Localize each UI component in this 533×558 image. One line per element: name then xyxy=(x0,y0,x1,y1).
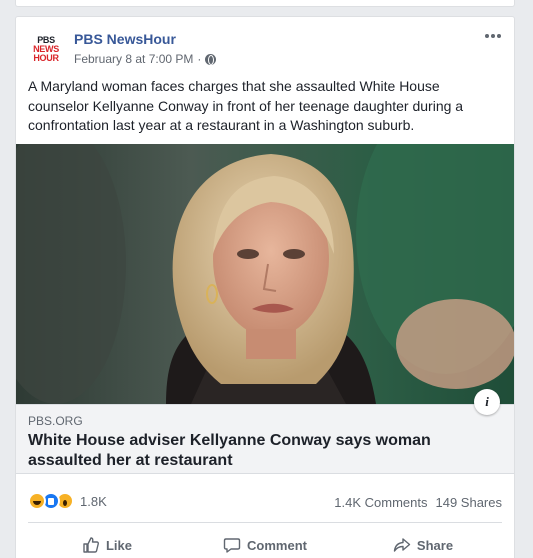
comments-count[interactable]: 1.4K Comments xyxy=(334,495,427,510)
shares-count[interactable]: 149 Shares xyxy=(436,495,503,510)
post-card: PBS NEWS HOUR PBS NewsHour February 8 at… xyxy=(15,16,515,558)
previous-post-edge xyxy=(15,0,515,7)
dot-icon xyxy=(497,34,501,38)
divider xyxy=(28,522,502,523)
post-meta: February 8 at 7:00 PM · xyxy=(74,52,217,66)
meta-separator: · xyxy=(197,52,202,66)
haha-icon xyxy=(28,492,46,510)
thumbs-up-icon xyxy=(83,537,99,553)
share-icon xyxy=(393,538,411,552)
post-text: A Maryland woman faces charges that she … xyxy=(28,78,464,133)
link-source: PBS.ORG xyxy=(28,414,83,428)
link-preview-image[interactable] xyxy=(16,144,514,404)
more-options-button[interactable] xyxy=(482,29,504,43)
info-icon[interactable]: i xyxy=(474,389,500,415)
share-button[interactable]: Share xyxy=(344,529,502,558)
share-label: Share xyxy=(416,537,454,553)
comment-button[interactable]: Comment xyxy=(186,529,344,558)
dot-icon xyxy=(491,34,495,38)
comment-label: Comment xyxy=(247,537,307,553)
like-label: Like xyxy=(105,537,132,553)
pbs-newshour-logo[interactable]: PBS NEWS HOUR xyxy=(28,31,64,67)
engagement-counts: 1.4K Comments 149 Shares xyxy=(334,495,502,510)
article-photo xyxy=(16,144,514,404)
post-header: PBS NEWS HOUR PBS NewsHour February 8 at… xyxy=(28,29,502,69)
link-headline[interactable]: White House adviser Kellyanne Conway say… xyxy=(28,431,498,471)
reactions-summary[interactable]: 1.8K xyxy=(28,492,107,510)
page-name-link[interactable]: PBS NewsHour xyxy=(74,31,176,47)
action-bar: Like Comment Share xyxy=(28,529,502,558)
dot-icon xyxy=(485,34,489,38)
logo-line-3: HOUR xyxy=(33,52,59,63)
comment-icon xyxy=(223,538,241,553)
reaction-count: 1.8K xyxy=(80,493,107,509)
post-stats: 1.8K 1.4K Comments 149 Shares xyxy=(28,490,502,514)
post-timestamp[interactable]: February 8 at 7:00 PM xyxy=(74,52,193,66)
link-preview[interactable]: i PBS.ORG White House adviser Kellyanne … xyxy=(16,389,514,474)
globe-icon xyxy=(205,53,217,65)
like-button[interactable]: Like xyxy=(28,529,186,558)
